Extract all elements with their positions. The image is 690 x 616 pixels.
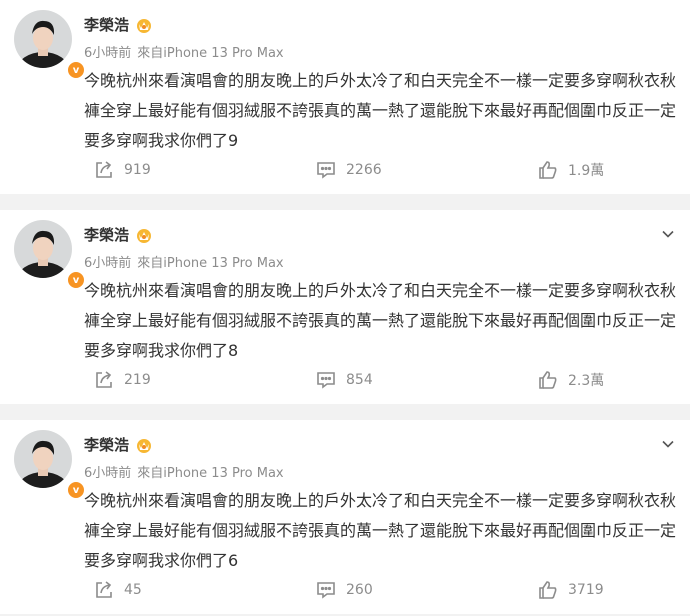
- like-button[interactable]: 3719: [538, 572, 604, 608]
- post-source: 來自iPhone 13 Pro Max: [137, 256, 284, 271]
- thumbs-up-icon: [539, 161, 557, 179]
- author-name[interactable]: 李榮浩: [84, 224, 129, 245]
- comment-button[interactable]: 260: [316, 572, 373, 608]
- like-button[interactable]: 2.3萬: [538, 362, 604, 398]
- post-card: v 李榮浩 6小時前 來自iPhone 13 Pro Max 今晚杭州來看演唱會的…: [0, 210, 690, 404]
- like-count: 1.9萬: [568, 163, 605, 179]
- avatar[interactable]: v: [14, 220, 86, 290]
- post-time[interactable]: 6小時前: [84, 466, 131, 481]
- avatar[interactable]: v: [14, 10, 86, 80]
- comment-count: 260: [346, 582, 373, 598]
- thumbs-up-icon: [539, 581, 557, 599]
- like-count: 3719: [568, 582, 604, 598]
- repost-icon: [96, 371, 112, 388]
- repost-icon: [96, 161, 112, 178]
- member-crown-icon: [137, 228, 152, 243]
- repost-count: 919: [124, 162, 151, 178]
- comment-icon: [317, 372, 335, 389]
- post-text: 今晚杭州來看演唱會的朋友晚上的戶外太冷了和白天完全不一樣一定要多穿啊秋衣秋褲全穿…: [84, 71, 677, 150]
- post-actions: 219 854 2.3萬: [0, 362, 690, 398]
- like-button[interactable]: 1.9萬: [538, 152, 604, 188]
- comment-button[interactable]: 2266: [316, 152, 382, 188]
- weibo-feed: v 李榮浩 6小時前 來自iPhone 13 Pro Max 今晚杭州來看演唱會的…: [0, 0, 690, 614]
- post-text: 今晚杭州來看演唱會的朋友晚上的戶外太冷了和白天完全不一樣一定要多穿啊秋衣秋褲全穿…: [84, 491, 677, 570]
- like-count: 2.3萬: [568, 373, 605, 389]
- repost-button[interactable]: 45: [94, 572, 142, 608]
- avatar[interactable]: v: [14, 430, 86, 500]
- verified-badge-icon: v: [66, 270, 86, 290]
- post-source: 來自iPhone 13 Pro Max: [137, 46, 284, 61]
- member-crown-icon: [137, 18, 152, 33]
- comment-icon: [317, 582, 335, 599]
- repost-count: 219: [124, 372, 151, 388]
- repost-button[interactable]: 219: [94, 362, 151, 398]
- post-time[interactable]: 6小時前: [84, 46, 131, 61]
- repost-icon: [96, 581, 112, 598]
- author-name[interactable]: 李榮浩: [84, 14, 129, 35]
- chevron-down-icon[interactable]: [660, 436, 676, 452]
- chevron-down-icon[interactable]: [660, 226, 676, 242]
- comment-count: 2266: [346, 162, 382, 178]
- repost-count: 45: [124, 582, 142, 598]
- comment-icon: [317, 162, 335, 179]
- post-meta: 6小時前 來自iPhone 13 Pro Max: [84, 462, 284, 481]
- post-text: 今晚杭州來看演唱會的朋友晚上的戶外太冷了和白天完全不一樣一定要多穿啊秋衣秋褲全穿…: [84, 281, 677, 360]
- repost-button[interactable]: 919: [94, 152, 151, 188]
- post-card: v 李榮浩 6小時前 來自iPhone 13 Pro Max 今晚杭州來看演唱會的…: [0, 0, 690, 194]
- author-name[interactable]: 李榮浩: [84, 434, 129, 455]
- comment-count: 854: [346, 372, 373, 388]
- post-time[interactable]: 6小時前: [84, 256, 131, 271]
- post-actions: 919 2266 1.9萬: [0, 152, 690, 188]
- post-actions: 45 260 3719: [0, 572, 690, 608]
- verified-badge-icon: v: [66, 480, 86, 500]
- member-crown-icon: [137, 438, 152, 453]
- thumbs-up-icon: [539, 371, 557, 389]
- comment-button[interactable]: 854: [316, 362, 373, 398]
- post-card: v 李榮浩 6小時前 來自iPhone 13 Pro Max 今晚杭州來看演唱會的…: [0, 420, 690, 614]
- verified-badge-icon: v: [66, 60, 86, 80]
- post-source: 來自iPhone 13 Pro Max: [137, 466, 284, 481]
- post-meta: 6小時前 來自iPhone 13 Pro Max: [84, 42, 284, 61]
- post-meta: 6小時前 來自iPhone 13 Pro Max: [84, 252, 284, 271]
